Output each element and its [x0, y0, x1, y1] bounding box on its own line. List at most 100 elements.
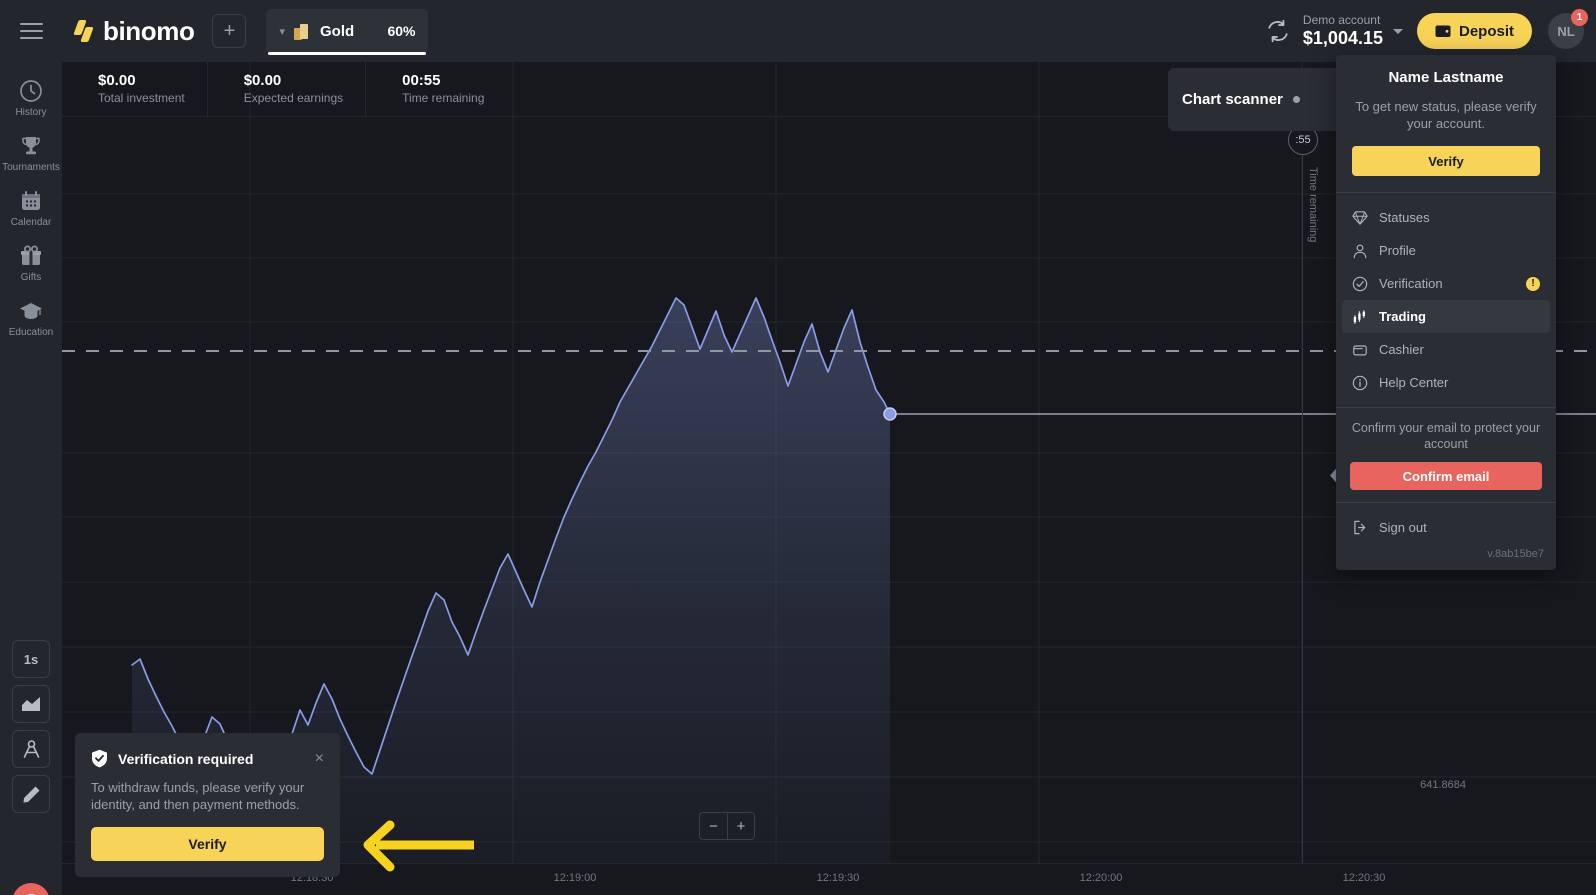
profile-dropdown-menu[interactable]: Name Lastname To get new status, please … — [1336, 55, 1556, 570]
gold-bars-icon — [294, 22, 311, 41]
time-remaining-label: Time remaining — [402, 90, 484, 106]
sidebar-item-calendar[interactable]: Calendar — [0, 180, 62, 235]
menu-item-statuses[interactable]: Statuses — [1342, 201, 1550, 234]
expected-earnings-cell: $0.00 Expected earnings — [208, 62, 366, 117]
help-button[interactable]: ? — [12, 883, 50, 895]
menu-item-label: Sign out — [1379, 520, 1427, 535]
warning-badge: ! — [1526, 277, 1540, 291]
sign-out-icon — [1352, 520, 1368, 535]
verification-tooltip-title: Verification required — [118, 751, 305, 767]
shield-check-icon — [91, 749, 108, 768]
time-remaining-value: 00:55 — [402, 72, 484, 90]
user-icon — [1352, 243, 1368, 259]
x-axis-tick: 12:19:00 — [554, 872, 597, 884]
drawing-tools-icon — [22, 740, 41, 759]
menu-item-help-center[interactable]: Help Center — [1342, 366, 1550, 399]
menu-item-label: Trading — [1379, 309, 1426, 324]
sidebar-item-label: Education — [9, 327, 53, 338]
chevron-down-icon[interactable]: ▾ — [279, 25, 285, 38]
sidebar-item-history[interactable]: History — [0, 70, 62, 125]
menu-item-label: Statuses — [1379, 210, 1430, 225]
add-asset-button[interactable]: + — [212, 14, 246, 48]
chart-type-button[interactable] — [12, 685, 50, 723]
asset-payout-label: 60% — [387, 23, 415, 39]
notification-badge: 1 — [1571, 9, 1588, 26]
confirm-email-button[interactable]: Confirm email — [1350, 462, 1542, 490]
sidebar-item-education[interactable]: Education — [0, 290, 62, 345]
menu-item-sign-out[interactable]: Sign out — [1342, 511, 1550, 544]
gift-icon — [19, 244, 43, 268]
x-axis-tick: 12:20:00 — [1080, 872, 1123, 884]
binomo-trading-app: $0.00 Total investment $0.00 Expected ea… — [0, 0, 1596, 895]
menu-item-label: Help Center — [1379, 375, 1448, 390]
sidebar-item-label: Calendar — [11, 217, 52, 228]
account-chevron-down-icon[interactable] — [1393, 29, 1403, 34]
timeframe-button[interactable]: 1s — [12, 640, 50, 678]
check-circle-icon — [1352, 276, 1368, 292]
verify-button-dropdown[interactable]: Verify — [1352, 146, 1540, 176]
sidebar-item-label: Gifts — [21, 272, 42, 283]
current-price-dot — [884, 408, 896, 420]
chart-scanner-title: Chart scanner — [1182, 91, 1283, 108]
sidebar-item-label: History — [15, 107, 46, 118]
brand-name: binomo — [103, 16, 194, 47]
time-remaining-cell: 00:55 Time remaining — [366, 62, 506, 117]
x-axis-tick: 12:19:30 — [817, 872, 860, 884]
menu-item-profile[interactable]: Profile — [1342, 234, 1550, 267]
asset-tab-gold[interactable]: ▾ Gold 60% — [266, 9, 428, 53]
trophy-icon — [19, 134, 43, 158]
sidebar-item-tournaments[interactable]: Tournaments — [0, 125, 62, 180]
zoom-in-button[interactable]: + — [727, 812, 755, 840]
verify-button-tooltip[interactable]: Verify — [91, 827, 324, 861]
status-dot-icon — [1293, 96, 1300, 103]
close-icon[interactable]: × — [315, 751, 324, 767]
pencil-button[interactable] — [12, 775, 50, 813]
pencil-icon — [22, 785, 41, 804]
graduation-cap-icon — [19, 299, 43, 323]
expected-earnings-value: $0.00 — [244, 72, 343, 90]
zoom-out-button[interactable]: − — [699, 812, 727, 840]
chart-type-icon — [21, 696, 41, 712]
chart-tools-group: 1s — [12, 640, 50, 813]
left-sidebar: History Tournaments Calendar Gifts Educa… — [0, 62, 62, 895]
refresh-icon[interactable] — [1265, 18, 1291, 44]
menu-item-cashier[interactable]: Cashier — [1342, 333, 1550, 366]
info-icon — [1352, 375, 1368, 391]
candlestick-icon — [1352, 309, 1368, 325]
verification-required-tooltip[interactable]: Verification required × To withdraw fund… — [75, 733, 340, 877]
wallet-icon — [1352, 342, 1368, 358]
profile-status-note: To get new status, please verify your ac… — [1336, 86, 1556, 132]
sidebar-item-gifts[interactable]: Gifts — [0, 235, 62, 290]
deposit-label: Deposit — [1459, 23, 1514, 40]
account-type-label: Demo account — [1303, 13, 1383, 28]
drawing-tools-button[interactable] — [12, 730, 50, 768]
top-bar: binomo + ▾ Gold 60% Demo account $1,004.… — [0, 0, 1596, 62]
hamburger-icon[interactable] — [0, 0, 62, 62]
expected-earnings-label: Expected earnings — [244, 90, 343, 106]
total-investment-cell: $0.00 Total investment — [62, 62, 208, 117]
y-axis-price-label: 641.8684 — [1420, 779, 1466, 791]
verification-tooltip-header: Verification required × — [91, 749, 324, 768]
menu-item-label: Verification — [1379, 276, 1443, 291]
chart-zoom-controls[interactable]: − + — [699, 812, 755, 840]
wallet-icon — [1435, 24, 1451, 38]
app-version: v.8ab15be7 — [1336, 544, 1556, 564]
total-investment-label: Total investment — [98, 90, 185, 106]
menu-item-label: Profile — [1379, 243, 1416, 258]
clock-icon — [19, 79, 43, 103]
account-selector[interactable]: Demo account $1,004.15 — [1303, 13, 1383, 49]
time-remaining-divider — [1302, 155, 1303, 895]
total-investment-value: $0.00 — [98, 72, 185, 90]
menu-item-verification[interactable]: Verification ! — [1342, 267, 1550, 300]
menu-item-trading[interactable]: Trading — [1342, 300, 1550, 333]
top-bar-right-group: Demo account $1,004.15 Deposit NL 1 — [1265, 13, 1596, 49]
x-axis-tick: 12:20:30 — [1343, 872, 1386, 884]
brand-logo[interactable]: binomo — [74, 16, 194, 47]
profile-menu-list: Statuses Profile Verification ! Trading … — [1336, 193, 1556, 407]
verification-tooltip-body: To withdraw funds, please verify your id… — [91, 779, 324, 813]
diamond-icon — [1352, 210, 1368, 226]
calendar-icon — [19, 189, 43, 213]
deposit-button[interactable]: Deposit — [1417, 13, 1532, 49]
sign-out-group: Sign out — [1336, 503, 1556, 544]
account-balance: $1,004.15 — [1303, 28, 1383, 49]
